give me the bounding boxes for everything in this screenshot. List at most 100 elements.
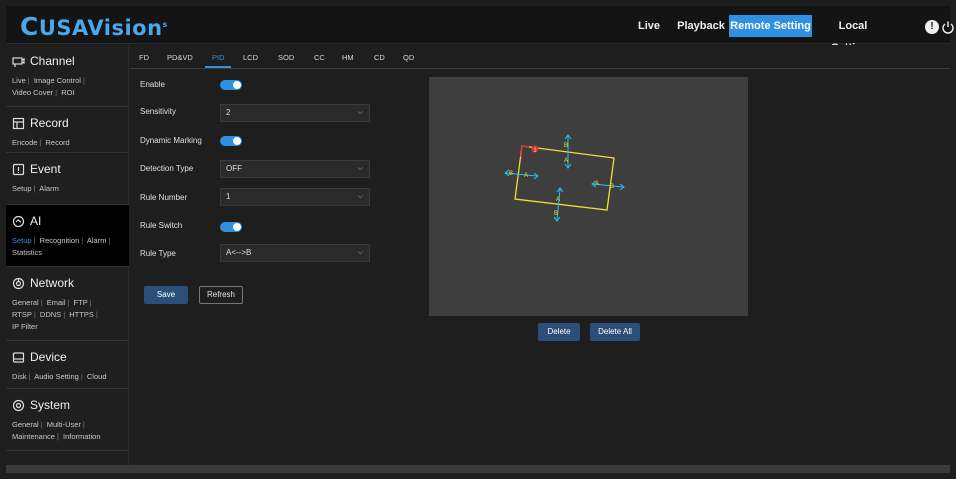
sidebar: Channel Live | Image Control | Video Cover…	[6, 45, 129, 465]
sidebar-link-live[interactable]: Live	[12, 76, 26, 85]
sensitivity-value: 2	[226, 108, 231, 117]
sensitivity-label: Sensitivity	[140, 107, 177, 116]
tab-fd[interactable]: FD	[139, 53, 149, 62]
sidebar-link-information[interactable]: Information	[63, 432, 101, 441]
event-icon	[12, 163, 25, 175]
sidebar-title-network[interactable]: Network	[12, 276, 74, 290]
sidebar-link-general[interactable]: General	[12, 298, 39, 307]
nav-remote-setting[interactable]: Remote Setting	[729, 15, 812, 37]
sidebar-link-alarm[interactable]: Alarm	[39, 184, 59, 193]
sidebar-title-system[interactable]: System	[12, 398, 70, 412]
nav-playback[interactable]: Playback	[677, 15, 725, 37]
video-preview[interactable]: 1 B A B A A B A B	[429, 77, 748, 316]
sidebar-link-image-control[interactable]: Image Control	[34, 76, 81, 85]
detection-rule-box	[514, 145, 615, 211]
bottom-status-strip	[6, 465, 950, 473]
chevron-down-icon: ⌵	[357, 109, 363, 116]
top-bar: CUSAVisions Live Playback Remote Setting…	[6, 6, 954, 54]
main-panel: FD PD&VD PID LCD SOD CC HM CD QD Enable …	[130, 45, 950, 465]
sidebar-link-disk[interactable]: Disk	[12, 372, 27, 381]
sidebar-link-recognition[interactable]: Recognition	[40, 236, 80, 245]
enable-toggle[interactable]	[220, 80, 242, 90]
sidebar-link-roi[interactable]: ROI	[61, 88, 74, 97]
sidebar-link-statistics[interactable]: Statistics	[12, 248, 42, 257]
sidebar-section-event: Event Setup | Alarm	[6, 153, 129, 205]
active-tab-indicator	[205, 66, 231, 68]
delete-all-button[interactable]: Delete All	[590, 323, 640, 341]
tab-cc[interactable]: CC	[314, 53, 325, 62]
rule-number-select[interactable]: 1 ⌵	[220, 188, 370, 206]
sidebar-section-record: Record Encode | Record	[6, 107, 129, 153]
sidebar-section-device: Device Disk | Audio Setting | Cloud	[6, 341, 129, 389]
sidebar-link-ai-alarm[interactable]: Alarm	[87, 236, 107, 245]
tab-pid[interactable]: PID	[212, 53, 225, 62]
right-side-label-b: B	[610, 184, 614, 190]
sidebar-links-network: General | Email | FTP | RTSP | DDNS | HTTPS | …	[12, 298, 98, 331]
dynamic-marking-toggle[interactable]	[220, 136, 242, 146]
refresh-button[interactable]: Refresh	[199, 286, 243, 304]
rule-corner-marker	[520, 145, 530, 158]
detection-type-label: Detection Type	[140, 164, 194, 173]
nav-local-settings[interactable]: Local Settings	[820, 15, 886, 54]
sidebar-links-record: Encode | Record	[12, 138, 70, 147]
tab-qd[interactable]: QD	[403, 53, 414, 62]
rule-number-value: 1	[226, 192, 231, 201]
sidebar-link-email[interactable]: Email	[47, 298, 66, 307]
sidebar-title-device[interactable]: Device	[12, 350, 67, 364]
device-icon	[12, 351, 25, 363]
sidebar-link-rtsp[interactable]: RTSP	[12, 310, 32, 319]
rule-type-value: A<-->B	[226, 248, 252, 257]
rule-type-label: Rule Type	[140, 249, 176, 258]
sidebar-link-video-cover[interactable]: Video Cover	[12, 88, 53, 97]
sidebar-title-channel[interactable]: Channel	[12, 54, 75, 68]
record-icon	[12, 117, 25, 129]
sidebar-title-event[interactable]: Event	[12, 162, 61, 176]
sidebar-section-channel: Channel Live | Image Control | Video Cover…	[6, 45, 129, 107]
left-side-label-a: A	[524, 173, 528, 179]
rule-switch-label: Rule Switch	[140, 221, 183, 230]
rule-drawing-canvas[interactable]: 1 B A B A A B A B	[429, 77, 748, 316]
sidebar-link-audio-setting[interactable]: Audio Setting	[34, 372, 79, 381]
tab-cd[interactable]: CD	[374, 53, 385, 62]
sidebar-section-ai: AI Setup | Recognition | Alarm | Statistics	[6, 205, 129, 267]
tab-pd-vd[interactable]: PD&VD	[167, 53, 193, 62]
sidebar-link-maintenance[interactable]: Maintenance	[12, 432, 55, 441]
sidebar-link-ip-filter[interactable]: IP Filter	[12, 322, 38, 331]
gear-icon	[12, 399, 25, 411]
sidebar-links-ai: Setup | Recognition | Alarm | Statistics	[12, 236, 111, 257]
rule-switch-toggle[interactable]	[220, 222, 242, 232]
rule-type-select[interactable]: A<-->B ⌵	[220, 244, 370, 262]
sidebar-link-https[interactable]: HTTPS	[69, 310, 94, 319]
chevron-down-icon: ⌵	[357, 165, 363, 172]
sidebar-link-setup[interactable]: Setup	[12, 184, 32, 193]
sidebar-link-ddns[interactable]: DDNS	[40, 310, 61, 319]
sidebar-section-network: Network General | Email | FTP | RTSP | DDNS |…	[6, 267, 129, 341]
sidebar-link-record[interactable]: Record	[45, 138, 69, 147]
sidebar-links-system: General | Multi-User | Maintenance | Inform…	[12, 420, 101, 441]
sidebar-title-ai[interactable]: AI	[12, 214, 41, 228]
sidebar-link-multi-user[interactable]: Multi-User	[47, 420, 81, 429]
sidebar-link-cloud[interactable]: Cloud	[87, 372, 107, 381]
sidebar-link-encode[interactable]: Encode	[12, 138, 37, 147]
tab-hm[interactable]: HM	[342, 53, 354, 62]
sidebar-link-ai-setup[interactable]: Setup	[12, 236, 32, 245]
sensitivity-select[interactable]: 2 ⌵	[220, 104, 370, 122]
tab-sod[interactable]: SOD	[278, 53, 294, 62]
nav-live[interactable]: Live	[632, 15, 666, 37]
detection-type-value: OFF	[226, 164, 242, 173]
info-icon[interactable]: !	[925, 20, 939, 34]
ai-icon	[12, 215, 25, 227]
delete-button[interactable]: Delete	[538, 323, 580, 341]
power-icon[interactable]	[941, 20, 955, 34]
sidebar-title-record[interactable]: Record	[12, 116, 69, 130]
brand-logo: CUSAVisions	[20, 12, 168, 41]
detection-type-select[interactable]: OFF ⌵	[220, 160, 370, 178]
tab-lcd[interactable]: LCD	[243, 53, 258, 62]
network-icon	[12, 277, 25, 289]
dynamic-marking-label: Dynamic Marking	[140, 136, 202, 145]
sidebar-link-system-general[interactable]: General	[12, 420, 39, 429]
top-side-label-a: A	[564, 158, 568, 164]
rule-number-label: Rule Number	[140, 193, 188, 202]
save-button[interactable]: Save	[144, 286, 188, 304]
sidebar-link-ftp[interactable]: FTP	[74, 298, 88, 307]
